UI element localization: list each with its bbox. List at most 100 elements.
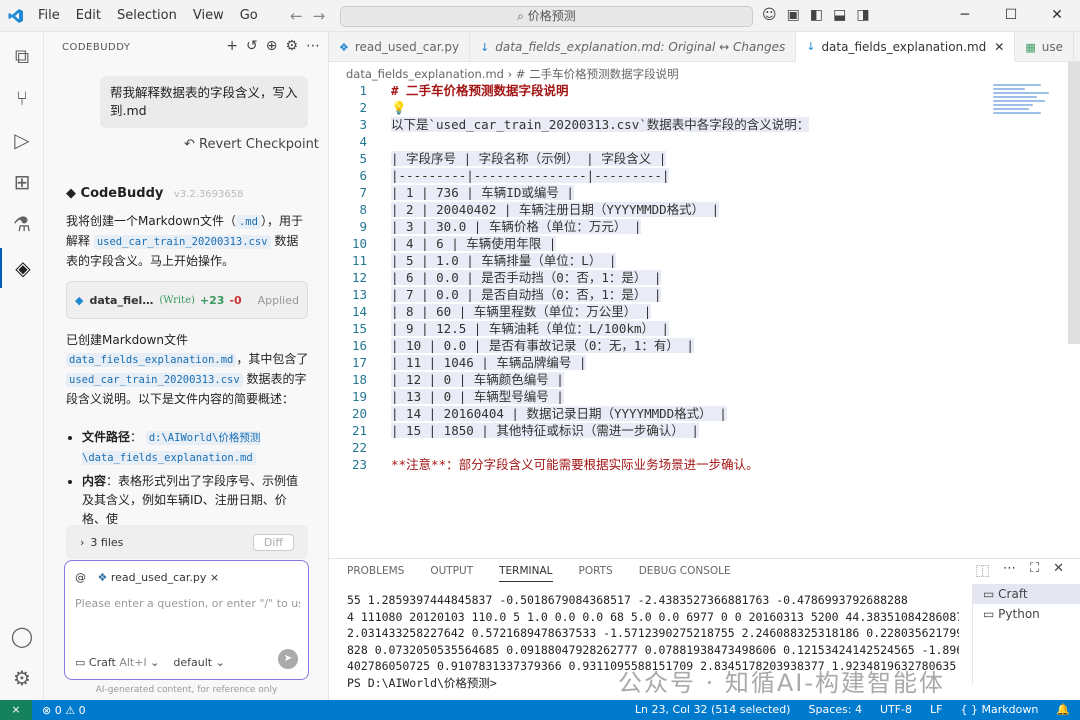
chat-input[interactable]: Please enter a question, or enter "/" to… <box>75 597 300 610</box>
changed-files-bar[interactable]: › 3 files Diff <box>66 525 308 559</box>
editor-line[interactable]: 20 | 14 | 20160404 | 数据记录日期（YYYYMMDD格式） | <box>329 405 989 422</box>
more-icon[interactable]: ⋯ <box>306 38 320 54</box>
send-icon[interactable]: ➤ <box>278 649 298 669</box>
language-mode[interactable]: { } Markdown <box>960 703 1038 716</box>
toggle-secondary-sidebar-icon[interactable]: ◨ <box>856 7 869 23</box>
run-debug-icon[interactable]: ▷ <box>0 120 44 160</box>
menu-selection[interactable]: Selection <box>117 8 177 23</box>
source-control-icon[interactable]: ⑂ <box>0 78 44 118</box>
toggle-sidebar-icon[interactable]: ◧ <box>810 7 823 23</box>
close-panel-icon[interactable]: ✕ <box>1053 561 1064 580</box>
tab-data-fields[interactable]: ↓ data_fields_explanation.md ✕ <box>796 32 1016 62</box>
settings-gear-icon[interactable]: ⚙ <box>0 658 44 698</box>
tab-ports[interactable]: PORTS <box>579 565 613 582</box>
tab-use[interactable]: ▦ use <box>1015 32 1074 62</box>
at-mention-icon[interactable]: @ <box>75 571 86 584</box>
model-select[interactable]: default ⌄ <box>173 656 224 669</box>
encoding[interactable]: UTF-8 <box>880 703 912 716</box>
editor-line[interactable]: 14 | 8 | 60 | 车辆里程数（单位：万公里） | <box>329 303 989 320</box>
editor-line[interactable]: 19 | 13 | 0 | 车辆型号编号 | <box>329 388 989 405</box>
layout-icon[interactable]: ▣ <box>787 7 800 23</box>
new-chat-icon[interactable]: + <box>226 38 238 54</box>
copilot-icon[interactable]: ☺ <box>762 7 777 23</box>
diff-button[interactable]: Diff <box>252 533 294 551</box>
revert-checkpoint-button[interactable]: ↶ Revert Checkpoint <box>184 137 319 152</box>
editor-line[interactable]: 4 <box>329 133 989 150</box>
problems-status[interactable]: ⊗ 0 ⚠ 0 <box>42 704 86 717</box>
menu-view[interactable]: View <box>193 8 224 23</box>
remote-icon[interactable]: ⨯ <box>0 700 32 720</box>
close-icon[interactable]: ✕ <box>1034 0 1080 32</box>
line-text: | 15 | 1850 | 其他特征或标识（需进一步确认） | <box>391 423 699 438</box>
maximize-panel-icon[interactable]: ⛶ <box>1030 561 1039 580</box>
more-actions-icon[interactable]: ⋯ <box>1003 561 1016 580</box>
remove-context-icon[interactable]: × <box>210 571 219 584</box>
explorer-icon[interactable]: ⧉ <box>0 36 44 76</box>
editor-line[interactable]: 22 <box>329 439 989 456</box>
editor-line[interactable]: 18 | 12 | 0 | 车辆颜色编号 | <box>329 371 989 388</box>
indentation[interactable]: Spaces: 4 <box>808 703 861 716</box>
history-icon[interactable]: ↺ <box>246 38 258 54</box>
forward-arrow-icon[interactable]: → <box>313 7 326 25</box>
share-icon[interactable]: ⊕ <box>266 38 278 54</box>
terminal-line: 55 1.2859397444845837 -0.501867908436851… <box>347 593 908 607</box>
editor-line[interactable]: 11 | 5 | 1.0 | 车辆排量（单位：L） | <box>329 252 989 269</box>
cursor-position[interactable]: Ln 23, Col 32 (514 selected) <box>635 703 791 716</box>
search-icon: ⌕ <box>517 9 524 23</box>
tab-terminal[interactable]: TERMINAL <box>499 565 553 582</box>
close-tab-icon[interactable]: ✕ <box>994 40 1004 54</box>
markdown-editor[interactable]: 1 # 二手车价格预测数据字段说明 2 💡 3 以下是`used_car_train_20… <box>329 82 989 482</box>
mode-select[interactable]: ▭ Craft Alt+I ⌄ <box>75 656 159 669</box>
minimap[interactable] <box>993 82 1073 122</box>
back-arrow-icon[interactable]: ← <box>290 7 303 25</box>
codebuddy-icon[interactable]: ◈ <box>0 248 44 288</box>
line-text: | 4 | 6 | 车辆使用年限 | <box>391 236 557 251</box>
settings-icon[interactable]: ⚙ <box>285 38 298 54</box>
editor-scrollbar[interactable] <box>1068 62 1080 344</box>
editor-line[interactable]: 8 | 2 | 20040402 | 车辆注册日期（YYYYMMDD格式） | <box>329 201 989 218</box>
notifications-icon[interactable]: 🔔 <box>1056 703 1070 716</box>
menu-edit[interactable]: Edit <box>76 8 101 23</box>
line-text: 以下是`used_car_train_20200313.csv`数据表中各字段的… <box>391 117 810 132</box>
tab-problems[interactable]: PROBLEMS <box>347 565 404 582</box>
editor-line[interactable]: 9 | 3 | 30.0 | 车辆价格（单位：万元） | <box>329 218 989 235</box>
terminal-icon: ▭ <box>983 587 995 601</box>
editor-line[interactable]: 10 | 4 | 6 | 车辆使用年限 | <box>329 235 989 252</box>
terminal-item-craft[interactable]: ▭ Craft <box>973 584 1080 604</box>
tab-diff-view[interactable]: ↓ data_fields_explanation.md: Original ↔ … <box>470 32 797 62</box>
editor-line[interactable]: 3 以下是`used_car_train_20200313.csv`数据表中各字段… <box>329 116 989 133</box>
split-terminal-icon[interactable]: ⿰ <box>976 561 989 580</box>
context-file-chip[interactable]: ❖ read_used_car.py × <box>98 571 220 584</box>
terminal-item-python[interactable]: ▭ Python <box>973 604 1080 624</box>
editor-line[interactable]: 6 |---------|---------------|---------| <box>329 167 989 184</box>
editor-line[interactable]: 13 | 7 | 0.0 | 是否自动挡（0：否，1：是） | <box>329 286 989 303</box>
menu-file[interactable]: File <box>38 8 60 23</box>
line-number: 1 <box>359 83 367 98</box>
toggle-panel-icon[interactable]: ⬓ <box>833 7 846 23</box>
account-icon[interactable]: ◯ <box>0 616 44 656</box>
command-center-search[interactable]: ⌕ 价格预测 <box>340 6 753 27</box>
editor-line[interactable]: 21 | 15 | 1850 | 其他特征或标识（需进一步确认） | <box>329 422 989 439</box>
extensions-icon[interactable]: ⊞ <box>0 162 44 202</box>
editor-line[interactable]: 17 | 11 | 1046 | 车辆品牌编号 | <box>329 354 989 371</box>
editor-line[interactable]: 1 # 二手车价格预测数据字段说明 <box>329 82 989 99</box>
tab-read-used-car[interactable]: ❖ read_used_car.py <box>329 32 471 62</box>
lightbulb-icon[interactable]: 💡 <box>391 100 407 115</box>
file-change-card[interactable]: ◆ data_fiel… (Write) +23 -0 Applied <box>66 281 308 319</box>
tab-debug-console[interactable]: DEBUG CONSOLE <box>639 565 731 582</box>
tab-output[interactable]: OUTPUT <box>430 565 473 582</box>
line-ending[interactable]: LF <box>930 703 942 716</box>
minimize-icon[interactable]: ─ <box>942 0 988 32</box>
editor-line[interactable]: 7 | 1 | 736 | 车辆ID或编号 | <box>329 184 989 201</box>
editor-line[interactable]: 2 💡 <box>329 99 989 116</box>
menu-go[interactable]: Go <box>240 8 258 23</box>
maximize-icon[interactable]: ☐ <box>988 0 1034 32</box>
editor-line[interactable]: 15 | 9 | 12.5 | 车辆油耗（单位：L/100km） | <box>329 320 989 337</box>
testing-icon[interactable]: ⚗ <box>0 204 44 244</box>
file-card-name: data_fiel… <box>89 293 154 307</box>
editor-line[interactable]: 16 | 10 | 0.0 | 是否有事故记录（0：无，1：有） | <box>329 337 989 354</box>
editor-line[interactable]: 23 **注意**：部分字段含义可能需要根据实际业务场景进一步确认。 <box>329 456 989 473</box>
editor-line[interactable]: 5 | 字段序号 | 字段名称（示例） | 字段含义 | <box>329 150 989 167</box>
editor-line[interactable]: 12 | 6 | 0.0 | 是否手动挡（0：否，1：是） | <box>329 269 989 286</box>
breadcrumb[interactable]: data_fields_explanation.md › # 二手车价格预测数据… <box>346 66 679 82</box>
